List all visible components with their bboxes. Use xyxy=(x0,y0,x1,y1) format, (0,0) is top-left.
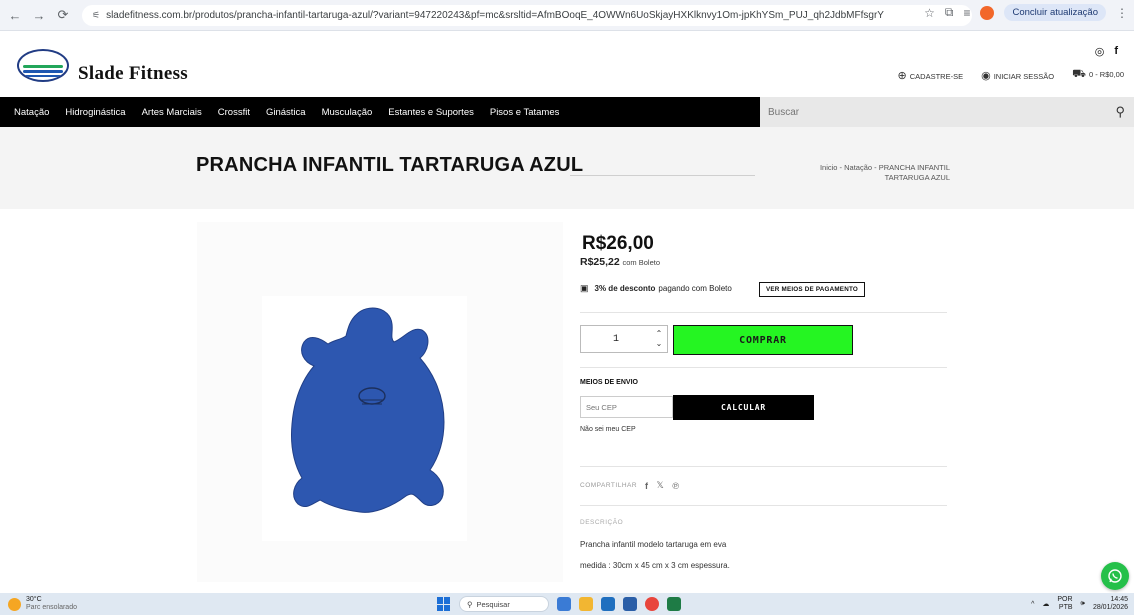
update-browser-button[interactable]: Concluir atualização xyxy=(1004,4,1106,21)
search-input[interactable] xyxy=(768,106,1098,118)
buy-button[interactable]: COMPRAR xyxy=(673,325,853,355)
nav-item-estantes[interactable]: Estantes e Suportes xyxy=(388,107,474,118)
shipping-title: MEIOS DE ENVIO xyxy=(580,379,638,386)
facebook-share-icon[interactable]: f xyxy=(645,481,649,491)
login-link[interactable]: ◉ INICIAR SESSÃO xyxy=(981,69,1054,82)
quantity-stepper[interactable]: 1 ⌃ ⌄ xyxy=(580,325,668,353)
extensions-icon[interactable]: ⧉ xyxy=(945,5,954,20)
nav-item-artes-marciais[interactable]: Artes Marciais xyxy=(142,107,202,118)
discount-info: ▣ 3% de desconto pagando com Boleto xyxy=(580,283,732,293)
address-bar[interactable]: ⚟ sladefitness.com.br/produtos/prancha-i… xyxy=(82,5,972,26)
divider xyxy=(580,367,947,368)
facebook-icon[interactable]: f xyxy=(1114,45,1118,58)
turtle-board-image xyxy=(291,307,445,513)
chevron-up-icon[interactable]: ^ xyxy=(1031,601,1034,608)
taskbar-search[interactable]: ⚲ Pesquisar xyxy=(459,596,549,612)
nav-item-natacao[interactable]: Natação xyxy=(14,107,49,118)
calculate-shipping-button[interactable]: CALCULAR xyxy=(673,395,814,420)
register-link[interactable]: ⊕ CADASTRE-SE xyxy=(898,69,964,82)
page-title: PRANCHA INFANTIL TARTARUGA AZUL xyxy=(196,154,584,176)
turtle-board-shape xyxy=(291,307,445,513)
payment-card-icon: ▣ xyxy=(580,283,589,293)
description-line: Prancha infantil modelo tartaruga em eva xyxy=(580,540,727,549)
breadcrumb[interactable]: Inicio - Natação - PRANCHA INFANTIL TART… xyxy=(785,163,950,183)
windows-taskbar: 30°C Parc ensolarado ⚲ Pesquisar ^ ☁ POR PT… xyxy=(0,593,1134,615)
payment-methods-button[interactable]: VER MEIOS DE PAGAMENTO xyxy=(759,282,865,297)
user-circle-icon: ◉ xyxy=(981,69,991,82)
nav-item-pisos[interactable]: Pisos e Tatames xyxy=(490,107,560,118)
excel-icon[interactable] xyxy=(667,597,681,611)
site-info-icon[interactable]: ⚟ xyxy=(92,10,100,21)
plus-circle-icon: ⊕ xyxy=(897,69,907,82)
title-divider xyxy=(570,175,755,176)
profile-avatar[interactable] xyxy=(980,5,995,20)
logo-icon[interactable] xyxy=(17,49,69,82)
share-row: COMPARTILHAR f 𝕏 ℗ xyxy=(580,480,679,491)
instagram-icon[interactable]: ◎ xyxy=(1095,45,1105,58)
windows-start-icon[interactable] xyxy=(437,597,451,611)
description-label: DESCRIÇÃO xyxy=(580,519,624,526)
search-icon: ⚲ xyxy=(467,599,473,609)
cep-input[interactable] xyxy=(580,396,673,418)
store-icon[interactable] xyxy=(601,597,615,611)
tab-search-icon[interactable]: ≡ xyxy=(963,6,970,20)
nav-item-ginastica[interactable]: Ginástica xyxy=(266,107,306,118)
share-label: COMPARTILHAR xyxy=(580,482,638,489)
back-icon[interactable]: ← xyxy=(6,8,24,23)
pinterest-share-icon[interactable]: ℗ xyxy=(672,481,679,491)
cart-icon: ⛟ xyxy=(1072,68,1086,80)
search-bar: ⚲ xyxy=(760,97,1134,127)
boleto-price: R$25,22 com Boleto xyxy=(580,256,661,268)
divider xyxy=(580,505,947,506)
browser-toolbar: ← → ⟳ ⚟ sladefitness.com.br/produtos/pra… xyxy=(0,0,1134,31)
file-explorer-icon[interactable] xyxy=(579,597,593,611)
title-banner: PRANCHA INFANTIL TARTARUGA AZUL Inicio -… xyxy=(0,127,1134,209)
network-tray-icon[interactable]: ☁ xyxy=(1042,600,1049,608)
clock[interactable]: 14:45 28/01/2026 xyxy=(1093,596,1128,612)
chevron-down-icon[interactable]: ⌄ xyxy=(656,339,663,349)
nav-item-musculacao[interactable]: Musculação xyxy=(322,107,373,118)
site-header: Slade Fitness ◎ f ⊕ CADASTRE-SE ◉ INICIAR … xyxy=(0,31,1134,97)
product-image[interactable] xyxy=(262,296,467,541)
url-text: sladefitness.com.br/produtos/prancha-inf… xyxy=(106,10,884,21)
description-line: medida : 30cm x 45 cm x 3 cm espessura. xyxy=(580,561,730,570)
logo-text[interactable]: Slade Fitness xyxy=(78,63,188,85)
product-price: R$26,00 xyxy=(582,233,654,254)
divider xyxy=(580,466,947,467)
divider xyxy=(580,312,947,313)
bookmark-star-icon[interactable]: ☆ xyxy=(924,6,935,20)
teams-icon[interactable] xyxy=(623,597,637,611)
category-nav: Natação Hidroginástica Artes Marciais Cr… xyxy=(0,97,760,127)
nav-item-hidroginastica[interactable]: Hidroginástica xyxy=(65,107,125,118)
whatsapp-button[interactable] xyxy=(1101,562,1129,590)
browser-menu-icon[interactable]: ⋮ xyxy=(1116,6,1128,20)
x-share-icon[interactable]: 𝕏 xyxy=(657,480,665,491)
chrome-icon[interactable] xyxy=(645,597,659,611)
nav-item-crossfit[interactable]: Crossfit xyxy=(218,107,250,118)
chevron-up-icon[interactable]: ⌃ xyxy=(656,329,663,339)
whatsapp-icon xyxy=(1108,569,1122,583)
reload-icon[interactable]: ⟳ xyxy=(54,7,72,23)
cart-link[interactable]: ⛟ 0 - R$0,00 xyxy=(1072,68,1124,82)
sun-icon xyxy=(8,597,21,611)
cep-help-link[interactable]: Não sei meu CEP xyxy=(580,426,636,433)
forward-icon[interactable]: → xyxy=(30,8,48,23)
quantity-value[interactable]: 1 xyxy=(581,334,651,345)
search-icon[interactable]: ⚲ xyxy=(1115,104,1125,120)
language-indicator[interactable]: POR PTB xyxy=(1057,596,1072,612)
weather-widget[interactable]: 30°C Parc ensolarado xyxy=(8,596,77,612)
task-view-icon[interactable] xyxy=(557,597,571,611)
speaker-icon[interactable]: 🕪 xyxy=(1081,600,1085,608)
